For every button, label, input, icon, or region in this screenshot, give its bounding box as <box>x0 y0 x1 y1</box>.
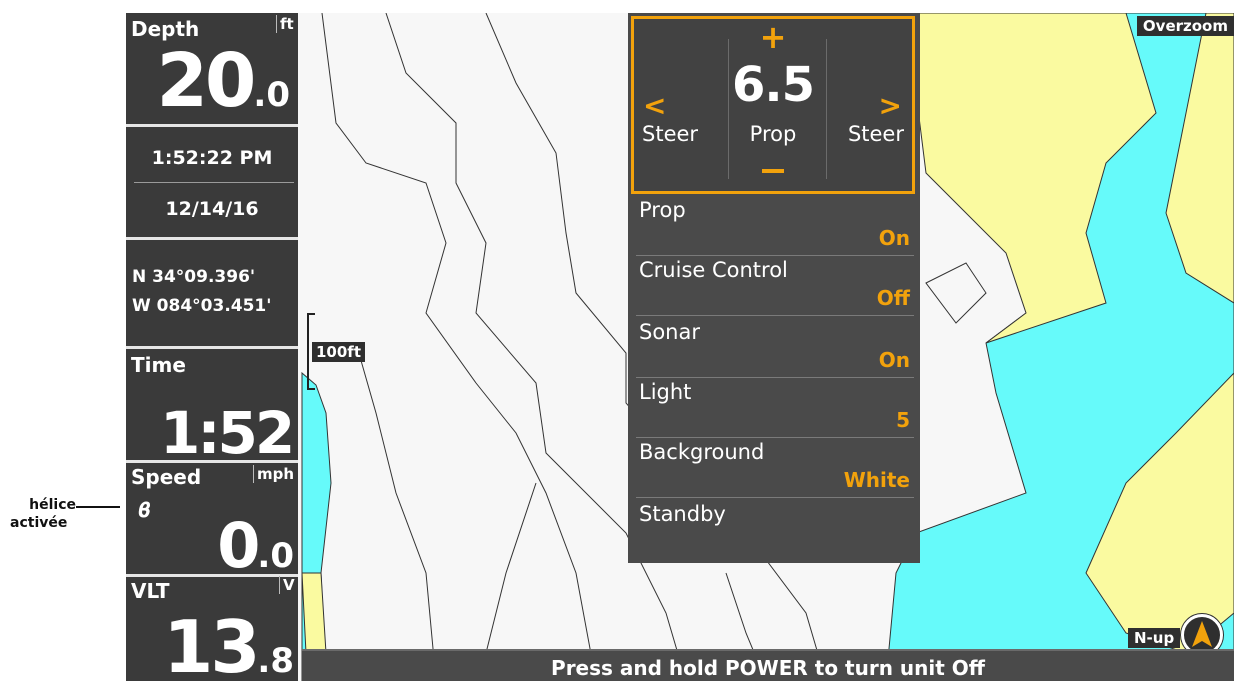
depth-unit: ft <box>276 15 294 33</box>
steer-left-button[interactable]: < <box>643 89 666 122</box>
menu-item-value: 5 <box>896 408 910 432</box>
separator <box>126 124 298 127</box>
voltage-value: 13 <box>163 605 260 681</box>
menu-item-value: White <box>843 468 910 492</box>
time-label: Time <box>131 353 186 377</box>
voltage-readout: 13.8 <box>163 609 294 681</box>
data-sidebar: Depth ft 20.0 1:52:22 PM 12/14/16 N 34°0… <box>126 13 298 681</box>
longitude-readout: W 084°03.451' <box>132 296 272 316</box>
menu-item-cruise-control[interactable]: Cruise Control Off <box>628 256 920 316</box>
prop-speed-value: 6.5 <box>731 57 815 113</box>
map-scale: 100ft <box>312 342 366 362</box>
menu-item-label: Standby <box>639 502 726 526</box>
speed-value: 0 <box>217 509 260 582</box>
steer-right-label: Steer <box>847 122 904 146</box>
propeller-icon: ϐ <box>138 498 152 522</box>
time-value: 1:52 <box>160 399 295 467</box>
clock-readout: 1:52:22 PM <box>151 147 273 169</box>
menu-item-label: Prop <box>639 198 686 222</box>
divider <box>134 182 294 183</box>
menu-item-standby[interactable]: Standby <box>628 500 920 560</box>
speed-decimal: .0 <box>257 536 294 576</box>
separator <box>126 574 298 577</box>
menu-item-label: Background <box>639 440 765 464</box>
separator <box>126 460 298 463</box>
menu-item-light[interactable]: Light 5 <box>628 378 920 438</box>
divider <box>636 497 914 498</box>
separator <box>126 237 298 240</box>
date-readout: 12/14/16 <box>165 198 259 220</box>
latitude-readout: N 34°09.396' <box>132 267 256 287</box>
menu-item-prop[interactable]: Prop On <box>628 196 920 256</box>
callout-line1: hélice <box>29 497 76 513</box>
trolling-motor-panel: + 6.5 Prop < > Steer Steer Prop On Cruis… <box>628 13 920 563</box>
callout-leader-line <box>76 506 120 508</box>
menu-item-label: Sonar <box>639 320 700 344</box>
callout-line2: activée <box>10 515 68 531</box>
speed-unit: mph <box>253 465 294 483</box>
menu-item-label: Cruise Control <box>639 258 788 282</box>
overzoom-indicator: Overzoom <box>1136 16 1234 36</box>
depth-readout: 20.0 <box>156 41 290 135</box>
status-message: Press and hold POWER to turn unit Off <box>302 649 1234 681</box>
chartplotter-screen: 100ft Overzoom N-up Depth ft 20.0 1:52:2… <box>126 13 1234 681</box>
menu-item-label: Light <box>639 380 692 404</box>
steer-right-button[interactable]: > <box>879 89 902 122</box>
separator <box>126 346 298 349</box>
voltage-decimal: .8 <box>257 641 294 681</box>
divider <box>636 315 914 316</box>
speed-decrease-button[interactable] <box>762 169 784 173</box>
menu-item-background[interactable]: Background White <box>628 438 920 498</box>
orientation-label[interactable]: N-up <box>1128 628 1181 648</box>
menu-item-value: On <box>878 226 910 250</box>
menu-item-value: On <box>878 348 910 372</box>
depth-value: 20 <box>156 38 256 124</box>
speed-label: Speed <box>131 465 202 489</box>
motor-control-box[interactable]: + 6.5 Prop < > Steer Steer <box>631 16 915 194</box>
menu-item-value: Off <box>876 286 910 310</box>
voltage-unit: V <box>279 576 295 594</box>
menu-item-sonar[interactable]: Sonar On <box>628 318 920 378</box>
steer-left-label: Steer <box>642 122 699 146</box>
voltage-label: VLT <box>131 579 170 603</box>
speed-increase-button[interactable]: + <box>634 21 912 53</box>
depth-decimal: .0 <box>253 75 290 115</box>
